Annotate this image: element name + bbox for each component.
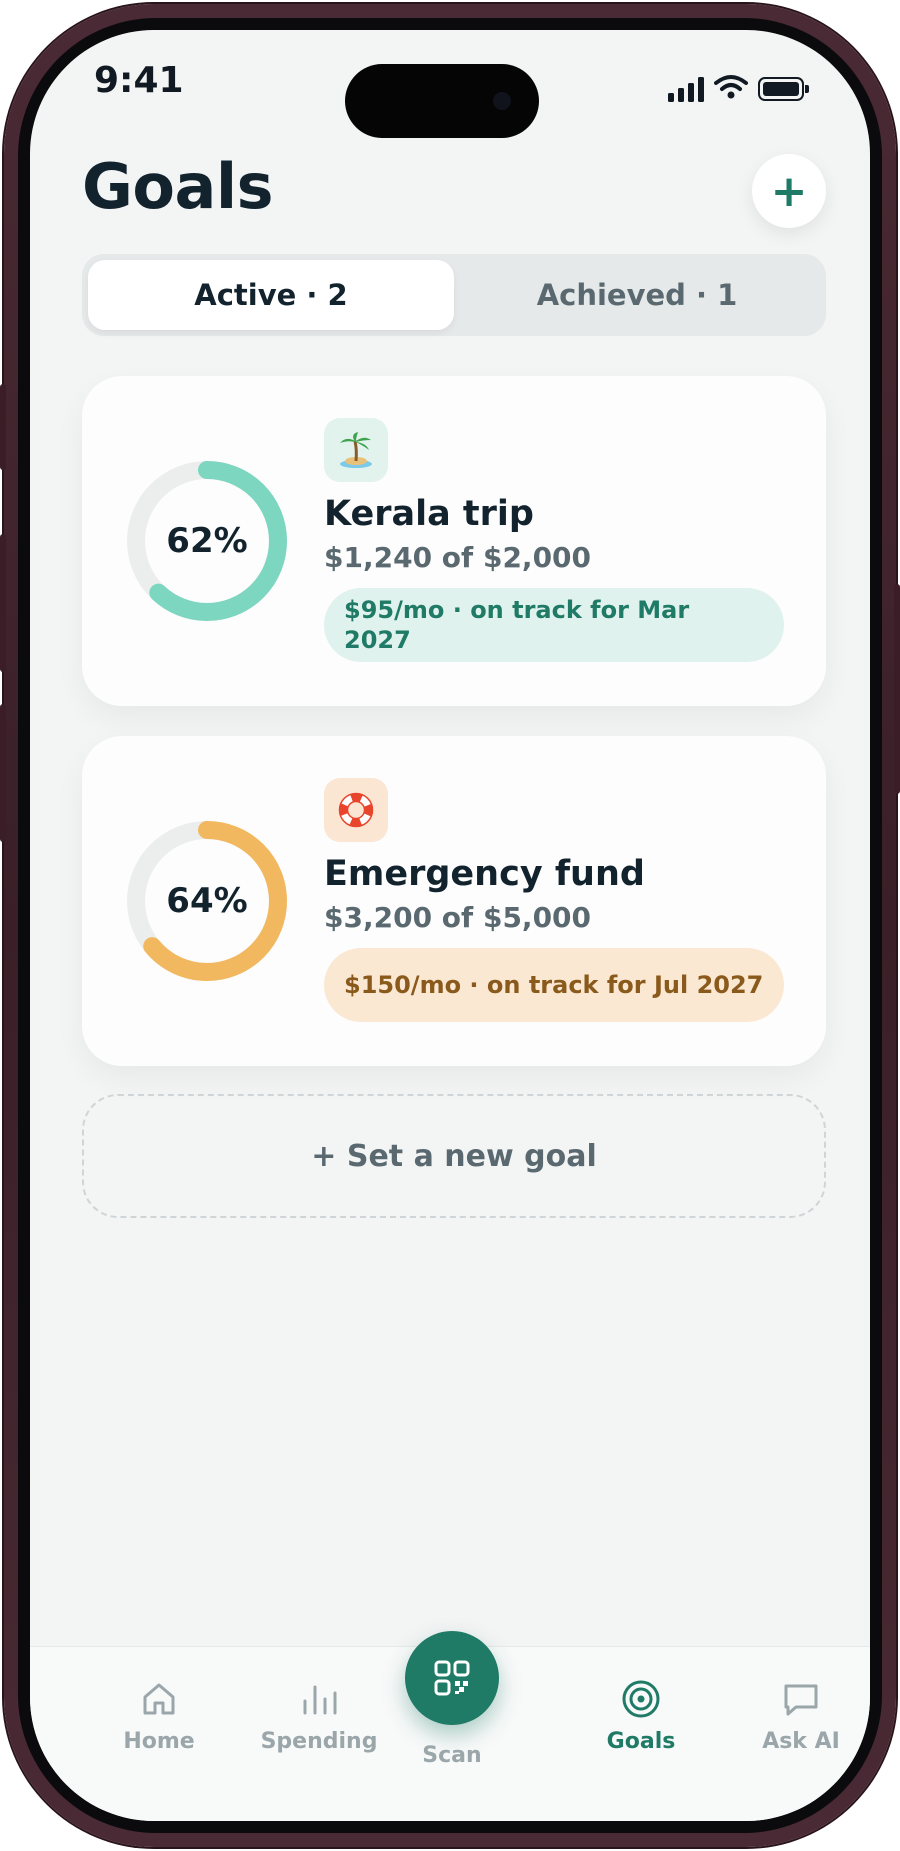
bar-chart-icon bbox=[244, 1675, 394, 1723]
status-icons bbox=[668, 74, 809, 104]
plus-icon: + bbox=[770, 165, 808, 217]
tab-scan-label[interactable]: Scan bbox=[377, 1743, 527, 1768]
tab-bar: Home Spending Scan Goals Ask AI bbox=[30, 1631, 870, 1821]
scan-button[interactable] bbox=[405, 1631, 499, 1725]
screen: 9:41 Goals + Active · 2 Achieved · 1 62%… bbox=[30, 30, 870, 1821]
goal-status-segmented-control: Active · 2 Achieved · 1 bbox=[82, 254, 826, 336]
tab-spending[interactable]: Spending bbox=[244, 1675, 394, 1754]
camera-icon bbox=[493, 92, 511, 110]
goal-amount: $3,200 of $5,000 bbox=[324, 901, 592, 934]
status-time: 9:41 bbox=[94, 60, 184, 101]
volume-down-button bbox=[0, 704, 6, 842]
chat-bubble-icon bbox=[726, 1675, 870, 1723]
tab-achieved[interactable]: Achieved · 1 bbox=[454, 260, 820, 330]
target-icon bbox=[566, 1675, 716, 1723]
tab-spending-label: Spending bbox=[260, 1729, 378, 1754]
lifebuoy-icon bbox=[324, 778, 388, 842]
tab-active[interactable]: Active · 2 bbox=[88, 260, 454, 330]
power-button bbox=[894, 584, 900, 794]
goal-name: Emergency fund bbox=[324, 854, 645, 894]
action-button bbox=[0, 384, 6, 470]
island-icon bbox=[324, 418, 388, 482]
goal-name: Kerala trip bbox=[324, 494, 534, 534]
wifi-icon bbox=[714, 74, 748, 104]
battery-icon bbox=[758, 77, 809, 101]
goal-card-kerala-trip[interactable]: 62% Kerala trip $1,240 of $2,000 $95/mo … bbox=[82, 376, 826, 706]
goal-status-pill: $95/mo · on track for Mar 2027 bbox=[324, 588, 784, 662]
tab-ask-ai[interactable]: Ask AI bbox=[726, 1675, 870, 1754]
page-title: Goals bbox=[82, 150, 273, 223]
tab-goals-label: Goals bbox=[606, 1729, 676, 1754]
signal-icon bbox=[668, 76, 704, 102]
tab-goals[interactable]: Goals bbox=[566, 1675, 716, 1754]
progress-ring: 64% bbox=[126, 820, 288, 982]
dynamic-island bbox=[345, 64, 539, 138]
add-goal-button[interactable]: + bbox=[752, 154, 826, 228]
tab-home-label: Home bbox=[123, 1729, 195, 1754]
goal-amount: $1,240 of $2,000 bbox=[324, 541, 592, 574]
goal-status-pill: $150/mo · on track for Jul 2027 bbox=[324, 948, 784, 1022]
home-icon bbox=[84, 1675, 234, 1723]
qr-scan-icon bbox=[434, 1660, 470, 1696]
goal-card-emergency-fund[interactable]: 64% Emergency fund $3,200 of $5,000 $150… bbox=[82, 736, 826, 1066]
phone-frame: 9:41 Goals + Active · 2 Achieved · 1 62%… bbox=[0, 4, 900, 1847]
set-new-goal-button[interactable]: + Set a new goal bbox=[82, 1094, 826, 1218]
progress-percent: 62% bbox=[166, 521, 248, 561]
volume-up-button bbox=[0, 534, 6, 672]
progress-ring: 62% bbox=[126, 460, 288, 622]
tab-home[interactable]: Home bbox=[84, 1675, 234, 1754]
progress-percent: 64% bbox=[166, 881, 248, 921]
tab-ask-ai-label: Ask AI bbox=[762, 1729, 840, 1754]
